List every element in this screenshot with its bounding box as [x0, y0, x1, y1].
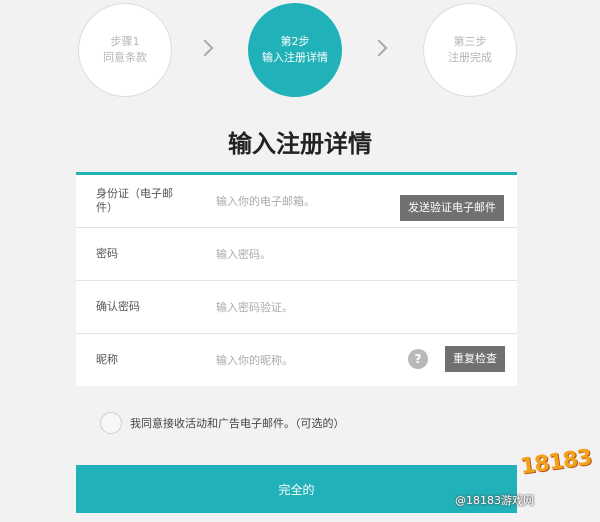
registration-form: 身份证（电子邮件） 发送验证电子邮件 密码 确认密码 昵称 ? 重复检查 [76, 172, 517, 386]
agree-text: 我同意接收活动和广告电子邮件。（可选的） [130, 417, 345, 430]
email-label: 身份证（电子邮件） [96, 187, 173, 214]
nickname-field[interactable] [216, 334, 396, 386]
step-1-label: 同意条款 [103, 51, 147, 64]
nickname-row: 昵称 ? 重复检查 [76, 334, 517, 386]
step-3-number: 第三步 [453, 35, 487, 48]
email-field[interactable] [216, 175, 396, 227]
step-2-label: 输入注册详情 [262, 51, 328, 64]
agree-option: 我同意接收活动和广告电子邮件。（可选的） [100, 411, 345, 435]
step-3-label: 注册完成 [448, 51, 492, 64]
watermark-text: @18183游戏网 [455, 494, 534, 507]
send-verification-button[interactable]: 发送验证电子邮件 [400, 195, 504, 221]
submit-button[interactable]: 完全的 [76, 465, 517, 513]
page-title: 输入注册详情 [228, 130, 372, 158]
confirm-password-field[interactable] [216, 281, 396, 333]
confirm-password-label: 确认密码 [96, 300, 140, 313]
help-icon[interactable]: ? [408, 349, 428, 369]
agree-radio[interactable] [100, 412, 122, 434]
duplicate-check-button[interactable]: 重复检查 [445, 346, 505, 372]
step-2-number: 第2步 [280, 35, 310, 48]
step-2-circle: 第2步 输入注册详情 [248, 3, 342, 97]
nickname-label: 昵称 [96, 353, 118, 366]
password-row: 密码 [76, 228, 517, 281]
chevron-right-icon [370, 39, 388, 57]
chevron-right-icon [196, 39, 214, 57]
password-field[interactable] [216, 228, 396, 280]
step-1-circle: 步骤1 同意条款 [78, 3, 172, 97]
step-1-number: 步骤1 [110, 35, 140, 48]
step-indicator: 步骤1 同意条款 第2步 输入注册详情 第三步 注册完成 [0, 0, 600, 100]
email-row: 身份证（电子邮件） 发送验证电子邮件 [76, 175, 517, 228]
password-label: 密码 [96, 247, 118, 260]
watermark-logo: 18183 [518, 445, 593, 480]
confirm-password-row: 确认密码 [76, 281, 517, 334]
step-3-circle: 第三步 注册完成 [423, 3, 517, 97]
